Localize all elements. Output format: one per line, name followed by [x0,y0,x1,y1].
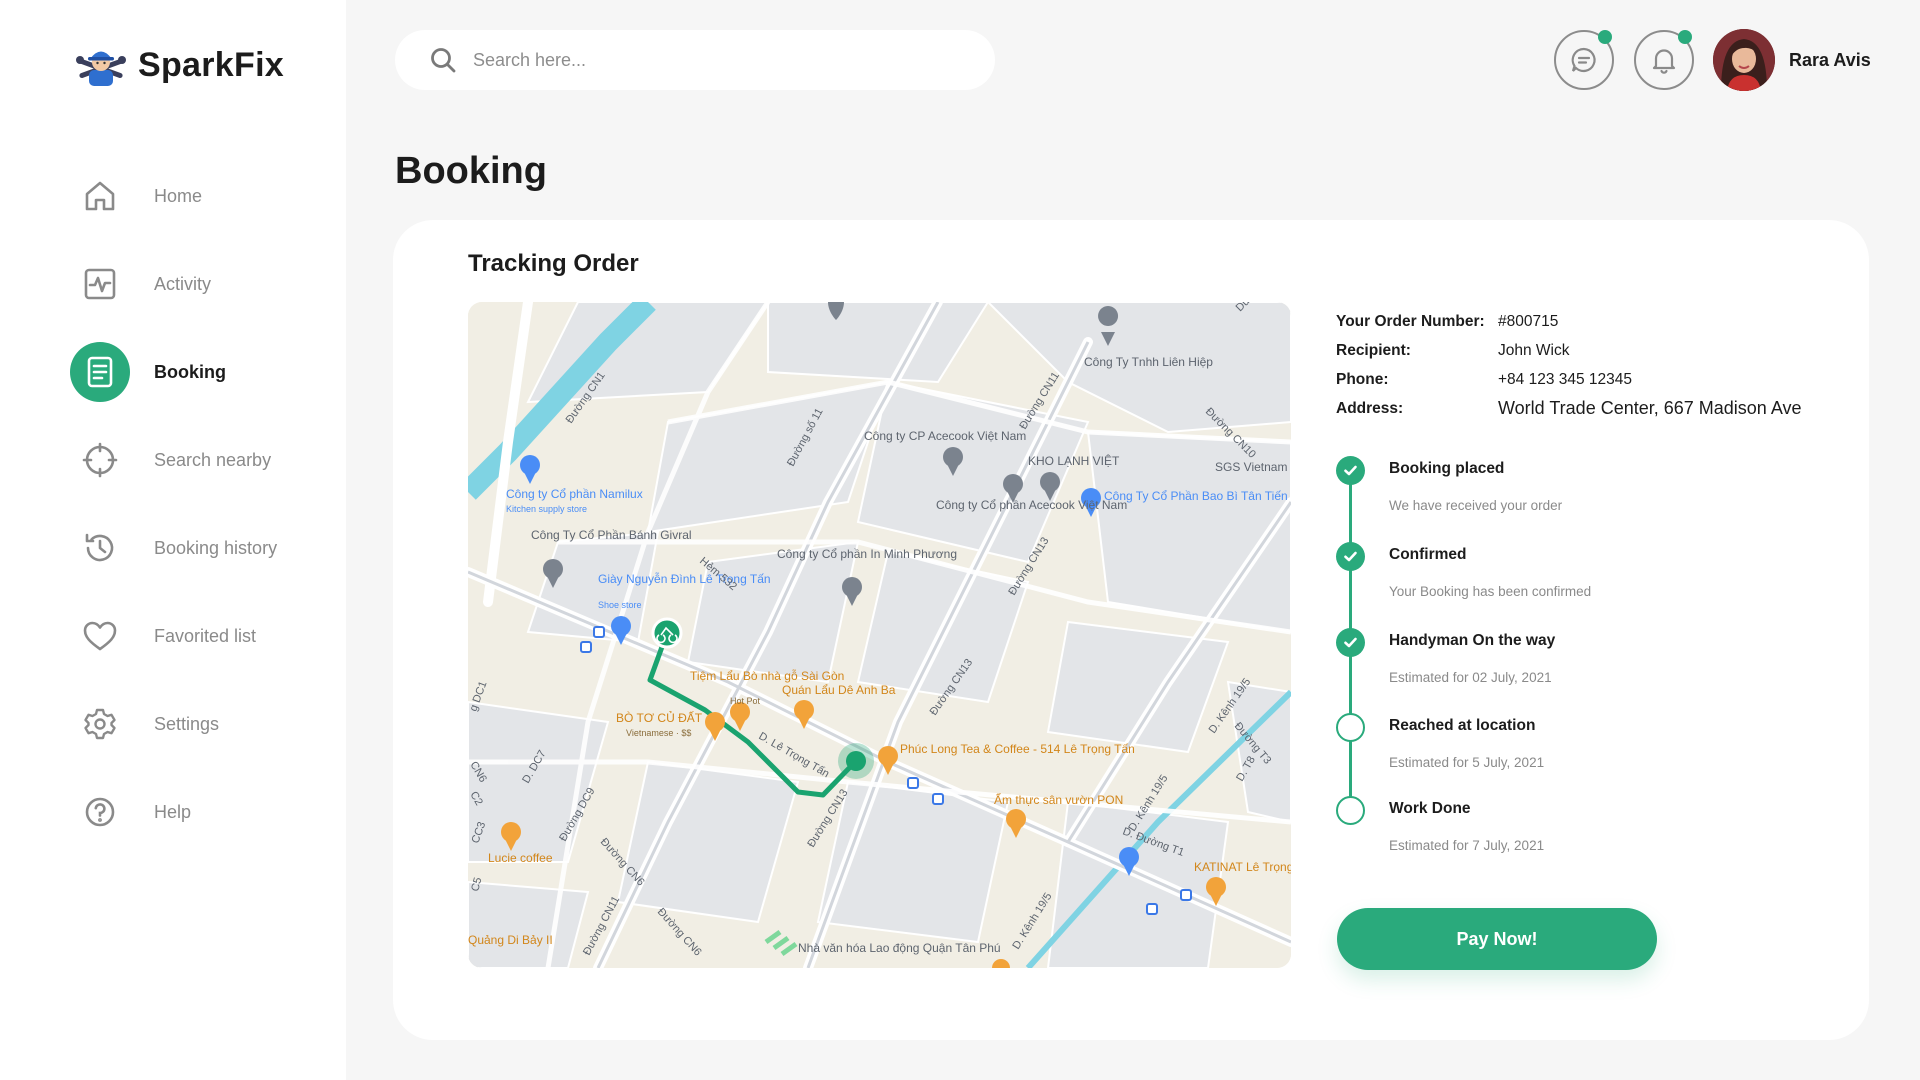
order-number-value: #800715 [1498,312,1559,330]
sidebar-item-favorited-list[interactable]: Favorited list [70,592,330,680]
recipient-value: John Wick [1498,341,1570,359]
order-number-row: Your Order Number: #800715 [1336,307,1802,336]
address-row: Address: World Trade Center, 667 Madison… [1336,394,1802,423]
address-label: Address: [1336,399,1404,417]
crosshair-icon [70,430,130,490]
phone-value: +84 123 345 12345 [1498,370,1633,388]
map-label: Kitchen supply store [506,504,587,514]
gear-icon [70,694,130,754]
timeline-step-title: Booking placed [1389,460,1505,477]
timeline-step-title: Handyman On the way [1389,632,1556,649]
tracking-title: Tracking Order [468,250,639,277]
map-label: Shoe store [598,600,642,610]
recipient-row: Recipient: John Wick [1336,336,1802,365]
chat-bubble-icon [1571,47,1596,73]
page-title: Booking [395,150,547,192]
map-label: SGS Vietnam [1215,460,1287,474]
history-icon [70,518,130,578]
sidebar-item-label: Booking [154,361,226,382]
sidebar-item-settings[interactable]: Settings [70,680,330,768]
timeline-step-subtitle: Estimated for 02 July, 2021 [1389,670,1552,685]
activity-icon [70,254,130,314]
messages-button[interactable] [1554,30,1614,90]
timeline-step-subtitle: Estimated for 5 July, 2021 [1389,755,1545,770]
map-label: Công ty Cổ phần In Minh Phương [777,547,957,561]
notifications-button[interactable] [1634,30,1694,90]
handyman-logo-icon [76,51,126,86]
map-label: Công ty Cổ phần Acecook Việt Nam [936,498,1127,512]
document-icon [70,342,130,402]
empty-circle-icon [1336,713,1365,742]
sidebar-item-search-nearby[interactable]: Search nearby [70,416,330,504]
sidebar-item-label: Activity [154,273,212,294]
sidebar-item-label: Home [154,185,203,206]
check-icon [1336,456,1365,485]
sidebar-item-label: Search nearby [154,449,272,470]
map-label: BÒ TƠ CỦ ĐẤT [616,710,703,725]
help-icon [70,782,130,842]
map-label: Phúc Long Tea & Coffee - 514 Lê Trọng Tấ… [900,742,1135,756]
sidebar-item-home[interactable]: Home [70,152,330,240]
map-label: Lucie coffee [488,851,553,865]
map-label: Tiệm Lẩu Bò nhà gỗ Sài Gòn [690,668,844,683]
sidebar-item-label: Booking history [154,537,278,558]
tracking-card: Tracking Order Công ty Cổ phần Namilux K… [393,220,1869,1040]
map-label: KHO LẠNH VIỆT [1028,453,1120,468]
timeline-step-title: Work Done [1389,800,1471,817]
sidebar-item-label: Favorited list [154,625,257,646]
map-label: Ẩm thực sân vườn PON [994,792,1123,807]
phone-row: Phone: +84 123 345 12345 [1336,365,1802,394]
map-label: KATINAT Lê Trọng [1194,860,1291,874]
check-icon [1336,628,1365,657]
map-label: Vietnamese · $$ [626,728,691,738]
bell-icon [1652,49,1676,74]
timeline-step-title: Reached at location [1389,717,1536,734]
search-icon [431,48,456,73]
map-label: Công Ty Cổ Phần Bánh Givral [531,528,692,542]
home-icon [70,166,130,226]
sidebar-item-booking-history[interactable]: Booking history [70,504,330,592]
map-label: Quán Lẩu Dê Anh Ba [782,683,896,697]
sidebar-item-label: Help [154,801,192,822]
pay-now-button[interactable]: Pay Now! [1337,908,1657,970]
map-label: Công ty CP Acecook Việt Nam [864,429,1026,443]
order-details: Your Order Number: #800715 Recipient: Jo… [1336,307,1802,423]
address-value: World Trade Center, 667 Madison Ave [1498,398,1802,418]
sidebar-item-label: Settings [154,713,220,734]
timeline-step-title: Confirmed [1389,546,1467,563]
heart-icon [70,606,130,666]
map-label: Hot Pot [730,696,761,706]
sidebar-item-booking[interactable]: Booking [70,328,330,416]
empty-circle-icon [1336,796,1365,825]
search-input[interactable] [473,49,953,71]
map-label: Công Ty Tnhh Liên Hiệp [1084,355,1213,369]
sidebar: SparkFix Home Activity Booking Search ne… [0,0,346,1080]
map-label: Nhà văn hóa Lao động Quận Tân Phú [798,941,1001,955]
search-bar[interactable] [395,30,995,90]
sidebar-item-help[interactable]: Help [70,768,330,856]
tracking-map[interactable]: Công ty Cổ phần Namilux Kitchen supply s… [468,302,1291,968]
notifications-notification-dot [1678,30,1692,44]
check-icon [1336,542,1365,571]
sidebar-nav: Home Activity Booking Search nearby Book… [70,152,330,856]
messages-notification-dot [1598,30,1612,44]
map-label: Giày Nguyễn Đình Lê Trọng Tấn [598,571,771,586]
avatar[interactable] [1713,29,1775,91]
brand-name: SparkFix [138,45,285,84]
order-number-label: Your Order Number: [1336,312,1485,330]
phone-label: Phone: [1336,370,1389,388]
map-label: Công ty Cổ phần Namilux [506,487,643,501]
timeline-step-subtitle: Your Booking has been confirmed [1389,584,1592,599]
timeline-step-subtitle: We have received your order [1389,498,1563,513]
recipient-label: Recipient: [1336,341,1411,359]
user-name[interactable]: Rara Avis [1789,50,1871,71]
map-label: Quảng Di Bảy II [468,933,553,947]
sidebar-item-activity[interactable]: Activity [70,240,330,328]
brand[interactable]: SparkFix [76,42,284,88]
timeline-step-subtitle: Estimated for 7 July, 2021 [1389,838,1545,853]
map-label: Công Ty Cổ Phần Bao Bì Tân Tiến [1104,489,1288,503]
